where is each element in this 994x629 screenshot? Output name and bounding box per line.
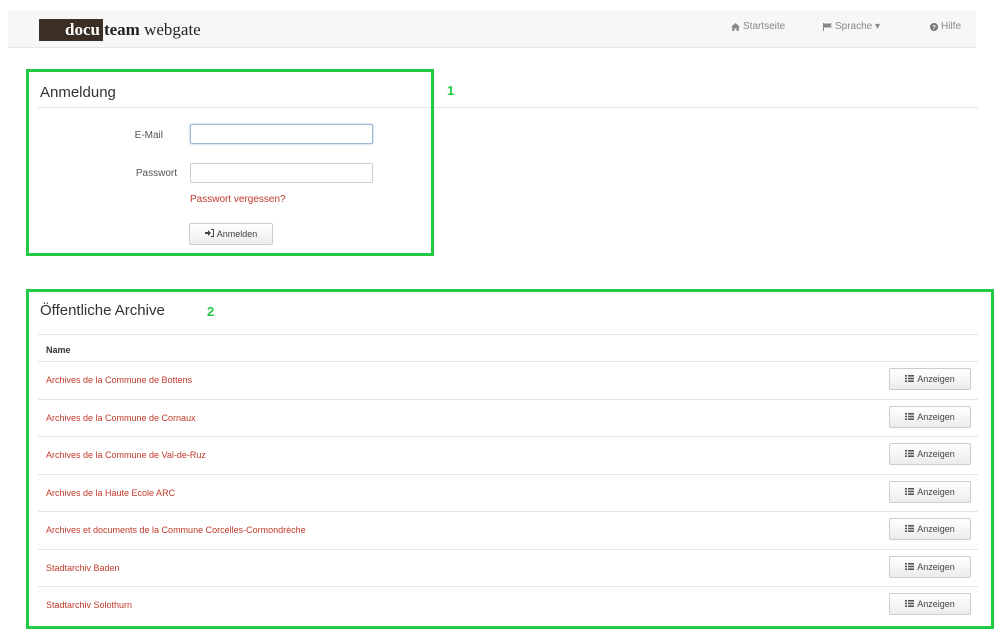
flag-icon xyxy=(823,22,832,31)
annotation-number-2: 2 xyxy=(207,304,215,319)
home-icon xyxy=(731,22,740,31)
annotation-number-1: 1 xyxy=(447,83,455,98)
nav-help[interactable]: ? Hilfe xyxy=(930,21,961,32)
svg-text:?: ? xyxy=(932,24,936,31)
nav-home-label: Startseite xyxy=(743,21,786,32)
annotation-box-archives xyxy=(26,289,994,629)
brand-logo-rest: webgate xyxy=(139,20,201,39)
nav-home[interactable]: Startseite xyxy=(731,21,785,32)
nav-language-label: Sprache ▾ xyxy=(835,21,881,32)
brand-logo-bold-part: team xyxy=(103,20,140,39)
nav-help-label: Hilfe xyxy=(941,21,962,32)
top-navbar: docu team webgate Startseite Sprache ▾ ?… xyxy=(8,11,976,48)
question-circle-icon: ? xyxy=(930,22,938,31)
annotation-box-login xyxy=(26,69,434,256)
brand-logo[interactable]: docu team webgate xyxy=(39,19,201,41)
nav-language-dropdown[interactable]: Sprache ▾ xyxy=(823,21,880,32)
brand-logo-dark-part: docu xyxy=(39,19,103,41)
